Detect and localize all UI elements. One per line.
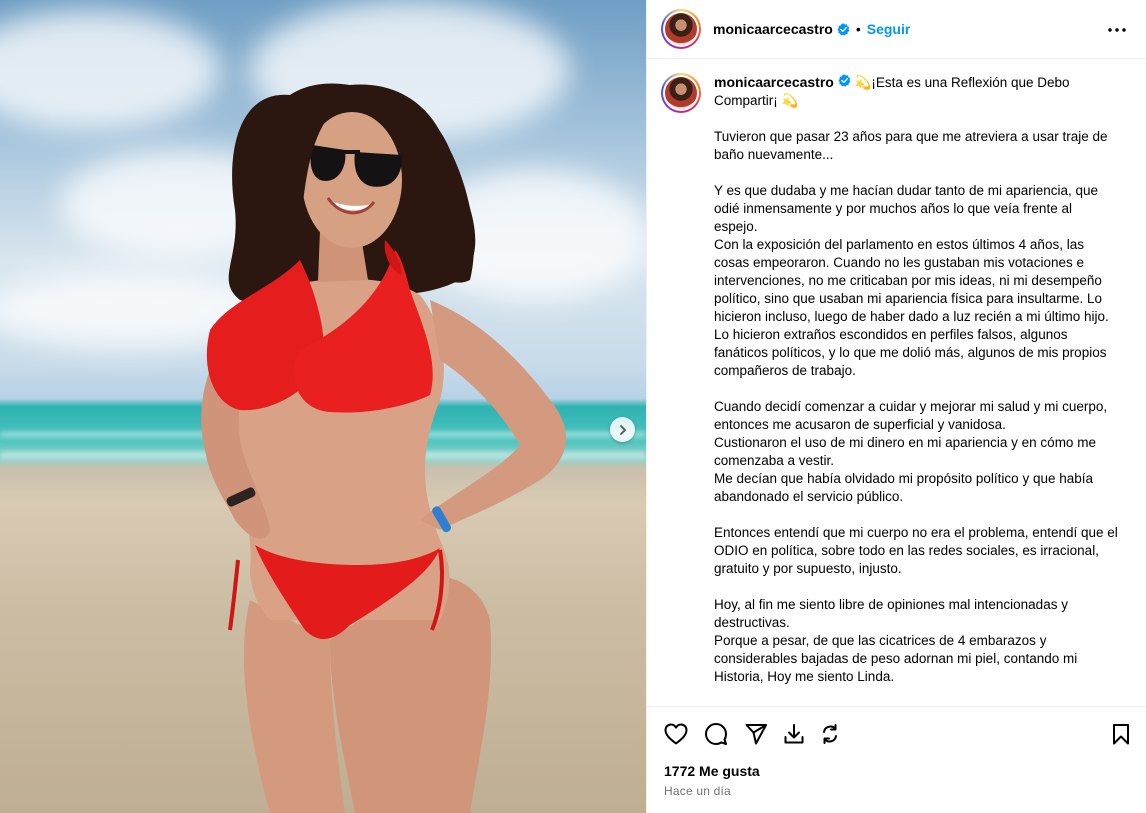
post-header: monicaarcecastro • Seguir <box>647 0 1146 59</box>
follow-button[interactable]: Seguir <box>867 21 911 37</box>
comment-icon[interactable] <box>703 721 729 747</box>
caption-text: monicaarcecastro 💫¡Esta es una Reflexión… <box>714 73 1119 686</box>
bookmark-icon[interactable] <box>1108 721 1134 747</box>
post-time: Hace un día <box>664 784 731 798</box>
verified-badge-icon <box>837 22 850 36</box>
likes-count[interactable]: 1772 Me gusta <box>664 763 760 779</box>
more-options-icon[interactable] <box>1105 18 1129 42</box>
heart-icon[interactable] <box>663 721 689 747</box>
separator-dot: • <box>855 21 861 37</box>
post-details-panel: monicaarcecastro • Seguir monicaarcecast… <box>646 0 1146 813</box>
download-icon[interactable] <box>781 721 807 747</box>
caption-scroll-area[interactable]: monicaarcecastro 💫¡Esta es una Reflexión… <box>647 60 1146 706</box>
caption-avatar[interactable] <box>661 73 701 113</box>
caption-body: 💫¡Esta es una Reflexión que Debo Compart… <box>714 75 1118 684</box>
actions-bar: 1772 Me gusta Hace un día <box>647 706 1146 813</box>
woman-figure <box>201 83 567 813</box>
caption-comment: monicaarcecastro 💫¡Esta es una Reflexión… <box>661 73 1133 686</box>
header-username[interactable]: monicaarcecastro <box>713 21 833 37</box>
repost-icon[interactable] <box>817 721 843 747</box>
avatar[interactable] <box>661 9 701 49</box>
verified-badge-icon <box>838 74 851 87</box>
chevron-right-icon <box>619 424 626 435</box>
send-icon[interactable] <box>743 721 769 747</box>
caption-username[interactable]: monicaarcecastro <box>714 74 834 90</box>
next-image-button[interactable] <box>610 417 635 442</box>
post-image[interactable] <box>0 0 646 813</box>
